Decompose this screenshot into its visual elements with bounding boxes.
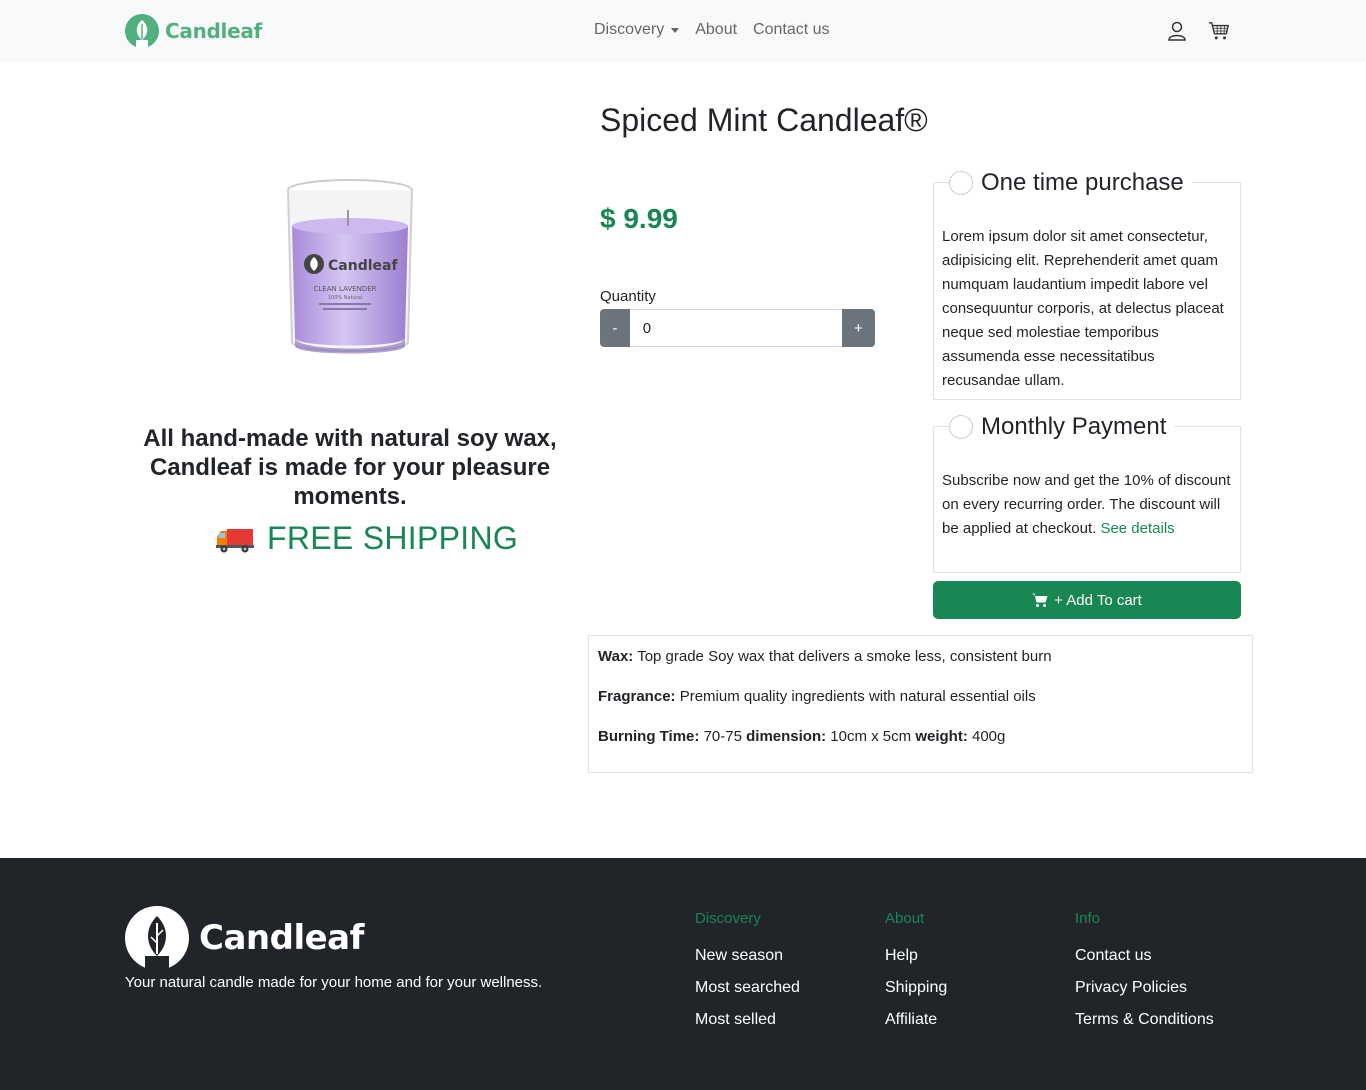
option-description: Lorem ipsum dolor sit amet consectetur, …	[942, 228, 1224, 389]
increase-quantity-button[interactable]: +	[841, 309, 875, 347]
product-price: $ 9.99	[600, 203, 678, 234]
footer-link-affiliate[interactable]: Affiliate	[885, 1011, 1065, 1043]
leaf-logo-icon	[125, 14, 159, 48]
quantity-input[interactable]	[629, 309, 842, 347]
product-title: Spiced Mint Candleaf®	[600, 102, 928, 138]
free-shipping: FREE SHIPPING	[215, 520, 518, 557]
option-legend: Monthly Payment	[949, 413, 1175, 441]
leaf-logo-icon	[125, 906, 189, 970]
monthly-payment-radio[interactable]	[949, 415, 973, 439]
product-specs: Wax: Top grade Soy wax that delivers a s…	[588, 635, 1253, 773]
footer-tagline: Your natural candle made for your home a…	[125, 974, 543, 991]
footer-col-about: About Help Shipping Affiliate	[885, 910, 1065, 1043]
brand[interactable]: Candleaf	[125, 14, 262, 48]
brand-name: Candleaf	[165, 19, 262, 43]
spec-value: Premium quality ingredients with natural…	[679, 688, 1036, 705]
navbar: Candleaf Discovery About Contact us	[0, 0, 1366, 62]
spec-fragrance: Fragrance: Premium quality ingredients w…	[598, 688, 1243, 728]
option-description-text: Subscribe now and get the 10% of discoun…	[942, 472, 1231, 537]
nav-links: Discovery About Contact us	[594, 21, 846, 39]
footer: Candleaf Your natural candle made for yo…	[0, 858, 1366, 1090]
option-one-time-purchase: One time purchase Lorem ipsum dolor sit …	[933, 169, 1241, 400]
footer-col-title: Discovery	[695, 910, 761, 927]
candle-label: Candleaf	[328, 258, 398, 274]
product-image: Candleaf CLEAN LAVENDER 100% Natural	[287, 179, 413, 354]
candle-detail: 100% Natural	[328, 295, 362, 301]
free-shipping-label: FREE SHIPPING	[267, 520, 519, 556]
spec-wax: Wax: Top grade Soy wax that delivers a s…	[598, 648, 1243, 688]
spec-value: 400g	[972, 728, 1006, 745]
spec-value: 10cm x 5cm	[830, 728, 912, 745]
option-legend: One time purchase	[949, 169, 1192, 197]
footer-link-shipping[interactable]: Shipping	[885, 979, 1065, 1011]
option-title: Monthly Payment	[981, 413, 1167, 440]
spec-label: Wax:	[598, 648, 634, 665]
spec-label: dimension:	[746, 728, 827, 745]
footer-link-new-season[interactable]: New season	[695, 947, 875, 979]
user-icon[interactable]	[1166, 20, 1188, 42]
candle-subtitle: CLEAN LAVENDER	[314, 285, 377, 293]
spec-label: weight:	[915, 728, 968, 745]
product-tagline: All hand-made with natural soy wax, Cand…	[143, 425, 557, 510]
footer-link-terms[interactable]: Terms & Conditions	[1075, 1011, 1255, 1043]
footer-link-help[interactable]: Help	[885, 947, 1065, 979]
spec-label: Fragrance:	[598, 688, 676, 705]
option-title: One time purchase	[981, 169, 1184, 196]
spec-value: 70-75	[703, 728, 742, 745]
one-time-purchase-radio[interactable]	[949, 171, 973, 195]
footer-brand-name: Candleaf	[199, 918, 364, 958]
footer-col-discovery: Discovery New season Most searched Most …	[695, 910, 875, 1043]
add-to-cart-label: + Add To cart	[1054, 591, 1142, 609]
footer-link-most-selled[interactable]: Most selled	[695, 1011, 875, 1043]
spec-burning-dimension-weight: Burning Time: 70-75 dimension: 10cm x 5c…	[598, 728, 1243, 768]
cart-icon[interactable]	[1208, 20, 1230, 42]
footer-link-privacy-policies[interactable]: Privacy Policies	[1075, 979, 1255, 1011]
nav-contact[interactable]: Contact us	[753, 21, 829, 39]
quantity-label: Quantity	[600, 288, 656, 305]
delivery-truck-icon	[216, 528, 254, 552]
option-monthly-payment: Monthly Payment Subscribe now and get th…	[933, 413, 1241, 573]
footer-col-title: Info	[1075, 910, 1101, 927]
quantity-stepper: - +	[600, 309, 875, 347]
see-details-link[interactable]: See details	[1100, 520, 1174, 537]
decrease-quantity-button[interactable]: -	[600, 309, 630, 347]
nav-icons	[1166, 20, 1250, 42]
cart-icon	[1032, 593, 1048, 607]
footer-link-contact-us[interactable]: Contact us	[1075, 947, 1255, 979]
spec-label: Burning Time:	[598, 728, 700, 745]
nav-about[interactable]: About	[695, 21, 737, 39]
footer-link-most-searched[interactable]: Most searched	[695, 979, 875, 1011]
add-to-cart-button[interactable]: + Add To cart	[933, 581, 1241, 619]
option-description: Subscribe now and get the 10% of discoun…	[942, 469, 1234, 541]
nav-discovery[interactable]: Discovery	[594, 21, 680, 39]
footer-col-title: About	[885, 910, 925, 927]
footer-brand[interactable]: Candleaf	[125, 906, 364, 970]
caret-down-icon	[671, 27, 680, 33]
nav-discovery-label: Discovery	[594, 21, 665, 38]
spec-value: Top grade Soy wax that delivers a smoke …	[637, 648, 1052, 665]
footer-col-info: Info Contact us Privacy Policies Terms &…	[1075, 910, 1255, 1043]
